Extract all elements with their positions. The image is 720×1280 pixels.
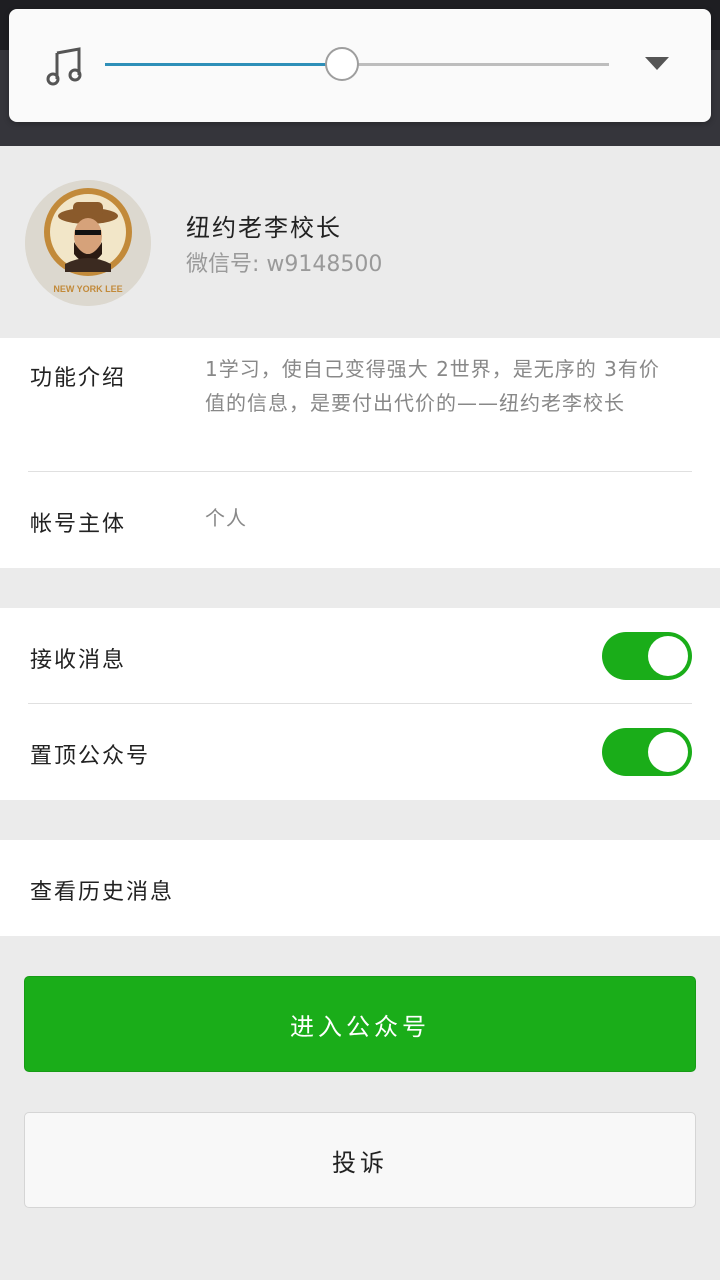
intro-value: 1学习，使自己变得强大 2世界，是无序的 3有价值的信息，是要付出代价的——纽约… — [205, 357, 660, 415]
account-label: 帐号主体 — [30, 512, 127, 537]
settings-section: 接收消息 置顶公众号 — [0, 608, 720, 800]
music-note-icon — [46, 47, 82, 86]
history-row[interactable]: 查看历史消息 — [0, 840, 720, 936]
volume-fill — [105, 63, 342, 66]
wechat-id: 微信号: w9148500 — [186, 252, 383, 277]
history-label: 查看历史消息 — [30, 880, 175, 905]
pin-label: 置顶公众号 — [30, 744, 151, 769]
account-value: 个人 — [205, 506, 247, 530]
avatar-text: NEW YORK LEE — [53, 284, 122, 294]
avatar-image: NEW YORK LEE — [25, 180, 151, 306]
divider — [28, 471, 692, 472]
complain-button[interactable]: 投诉 — [24, 1112, 696, 1208]
receive-label: 接收消息 — [30, 648, 127, 673]
volume-thumb[interactable] — [325, 47, 359, 81]
avatar[interactable]: NEW YORK LEE — [25, 180, 151, 306]
pin-toggle[interactable] — [602, 728, 692, 776]
volume-slider[interactable] — [105, 47, 609, 81]
divider — [28, 703, 692, 704]
intro-label: 功能介绍 — [30, 366, 127, 391]
toggle-knob — [648, 636, 688, 676]
triangle-down-icon[interactable] — [645, 57, 669, 70]
profile-header: NEW YORK LEE 纽约老李校长 微信号: w9148500 — [0, 146, 720, 338]
volume-panel — [9, 9, 711, 122]
info-section: 功能介绍 1学习，使自己变得强大 2世界，是无序的 3有价值的信息，是要付出代价… — [0, 338, 720, 568]
receive-toggle[interactable] — [602, 632, 692, 680]
account-name: 纽约老李校长 — [186, 214, 342, 242]
enter-account-button[interactable]: 进入公众号 — [24, 976, 696, 1072]
toggle-knob — [648, 732, 688, 772]
